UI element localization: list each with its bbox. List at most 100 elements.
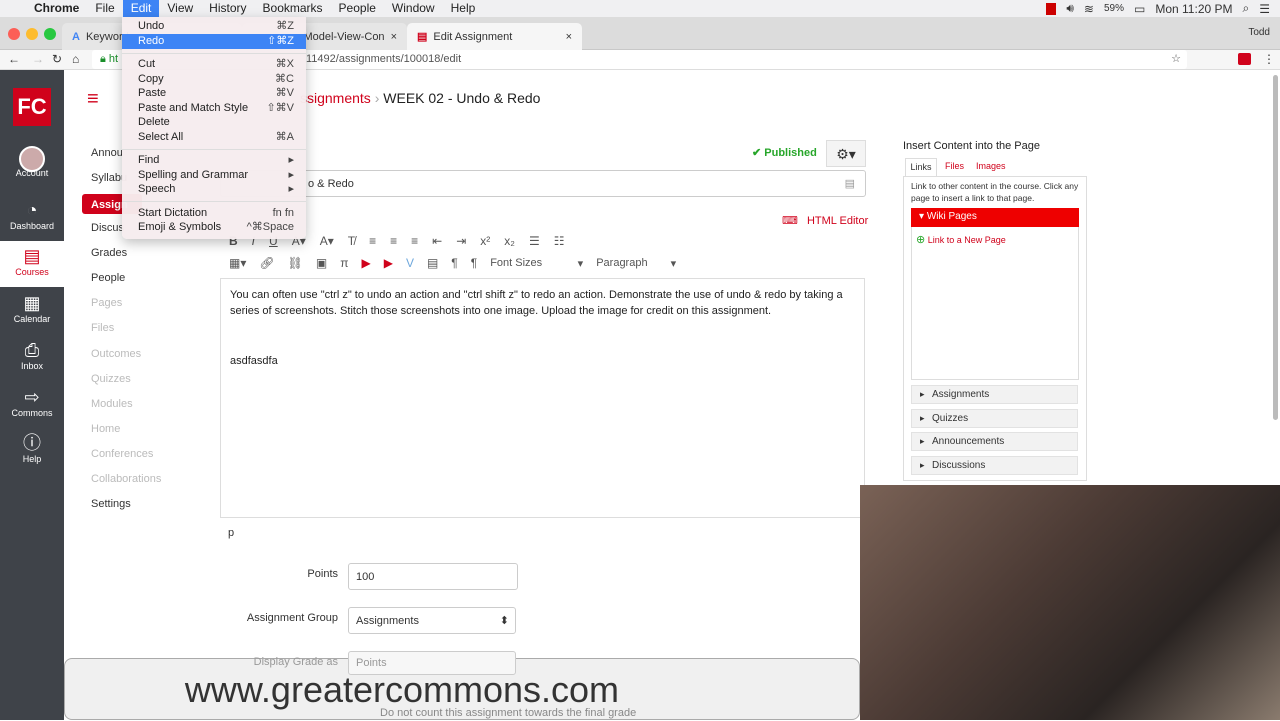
- menu-window[interactable]: Window: [384, 0, 443, 17]
- ltr-icon[interactable]: ¶: [451, 256, 457, 270]
- menu-help[interactable]: Help: [443, 0, 484, 17]
- nav-help[interactable]: ⓘ Help: [0, 428, 64, 474]
- align-center-icon[interactable]: ≡: [390, 234, 397, 248]
- course-nav-pages[interactable]: Pages: [91, 297, 122, 309]
- hamburger-icon[interactable]: ≡: [87, 88, 99, 111]
- section-announcements[interactable]: Announcements: [911, 432, 1078, 451]
- settings-gear-button[interactable]: ⚙▾: [826, 140, 866, 167]
- tab-edit-assignment[interactable]: ▤ Edit Assignment ×: [407, 23, 582, 50]
- extension-icon[interactable]: [1238, 53, 1251, 65]
- breadcrumb-assignments[interactable]: ssignments: [300, 90, 371, 106]
- bullet-list-icon[interactable]: ☰: [529, 234, 540, 248]
- tab-files[interactable]: Files: [945, 161, 964, 171]
- menu-item-emoji[interactable]: Emoji & Symbols ^⌘Space: [122, 220, 306, 235]
- forward-icon[interactable]: →: [32, 52, 44, 66]
- search-icon[interactable]: ⌕: [1243, 1, 1250, 16]
- assignment-title-input[interactable]: o & Redo ▤: [220, 170, 866, 197]
- close-icon[interactable]: ×: [391, 31, 397, 43]
- nav-commons[interactable]: ⇨ Commons: [0, 382, 64, 428]
- font-sizes-select[interactable]: Font Sizes ▾: [490, 257, 583, 270]
- clear-format-icon[interactable]: T̸: [348, 234, 355, 248]
- course-nav-modules[interactable]: Modules: [91, 398, 133, 410]
- menu-item-start-dictation[interactable]: Start Dictation fn fn: [122, 206, 306, 221]
- tab-links[interactable]: Links: [905, 158, 937, 176]
- menu-item-speech[interactable]: Speech ▸: [122, 182, 306, 197]
- link-new-page[interactable]: ⊕ Link to a New Page: [916, 233, 1006, 246]
- menu-file[interactable]: File: [87, 0, 122, 17]
- list-icon[interactable]: ☰: [1259, 2, 1270, 16]
- outdent-icon[interactable]: ⇤: [432, 234, 442, 248]
- exclude-checkbox-label[interactable]: Do not count this assignment towards the…: [380, 707, 636, 719]
- menu-item-paste[interactable]: Paste ⌘V: [122, 86, 306, 101]
- menu-item-cut[interactable]: Cut ⌘X: [122, 57, 306, 72]
- volume-icon[interactable]: 🔊︎: [1066, 1, 1074, 16]
- menu-history[interactable]: History: [201, 0, 254, 17]
- course-nav-home[interactable]: Home: [91, 423, 120, 435]
- media-icon[interactable]: ▤: [427, 256, 438, 270]
- menu-item-undo[interactable]: Undo ⌘Z: [122, 19, 306, 34]
- section-assignments[interactable]: Assignments: [911, 385, 1078, 404]
- points-input[interactable]: 100: [348, 563, 518, 590]
- vimeo-icon[interactable]: V: [406, 256, 414, 270]
- section-discussions[interactable]: Discussions: [911, 456, 1078, 475]
- course-nav-outcomes[interactable]: Outcomes: [91, 348, 141, 360]
- published-status[interactable]: ✔ Published: [752, 146, 817, 159]
- tab-images[interactable]: Images: [976, 161, 1006, 171]
- display-grade-select[interactable]: Points: [348, 651, 516, 675]
- html-editor-link[interactable]: ⌨ HTML Editor: [782, 214, 868, 227]
- menu-item-redo[interactable]: Redo ⇧⌘Z: [122, 34, 306, 49]
- unlink-icon[interactable]: ⛓: [288, 256, 303, 270]
- course-nav-collaborations[interactable]: Collaborations: [91, 473, 161, 485]
- menu-chrome[interactable]: Chrome: [26, 0, 87, 17]
- align-left-icon[interactable]: ≡: [369, 234, 376, 248]
- youtube-icon[interactable]: ▶: [361, 256, 370, 270]
- menu-edit[interactable]: Edit: [122, 0, 160, 17]
- background-color-icon[interactable]: A▾: [320, 234, 334, 248]
- table-icon[interactable]: ▦▾: [229, 256, 246, 270]
- minimize-window-button[interactable]: [26, 28, 38, 40]
- page-scrollbar[interactable]: [1273, 75, 1278, 420]
- menu-item-copy[interactable]: Copy ⌘C: [122, 72, 306, 87]
- nav-courses[interactable]: ▤ Courses: [0, 241, 64, 287]
- course-nav-conferences[interactable]: Conferences: [91, 448, 153, 460]
- menu-item-spelling[interactable]: Spelling and Grammar ▸: [122, 168, 306, 183]
- course-nav-quizzes[interactable]: Quizzes: [91, 373, 131, 385]
- indent-icon[interactable]: ⇥: [456, 234, 466, 248]
- menu-bookmarks[interactable]: Bookmarks: [255, 0, 331, 17]
- course-nav-discussions[interactable]: Discus: [91, 222, 124, 234]
- menu-item-paste-match-style[interactable]: Paste and Match Style ⇧⌘V: [122, 101, 306, 116]
- rich-text-editor[interactable]: You can often use "ctrl z" to undo an ac…: [220, 278, 865, 518]
- numbered-list-icon[interactable]: ☷: [554, 234, 565, 248]
- nav-inbox[interactable]: ⎙ Inbox: [0, 335, 64, 381]
- nav-calendar[interactable]: ▦ Calendar: [0, 288, 64, 334]
- clock[interactable]: Mon 11:20 PM: [1155, 2, 1232, 16]
- home-icon[interactable]: ⌂: [72, 52, 79, 66]
- rtl-icon[interactable]: ¶: [471, 256, 477, 270]
- subscript-icon[interactable]: x₂: [504, 234, 515, 248]
- align-right-icon[interactable]: ≡: [411, 234, 418, 248]
- institution-logo[interactable]: FC: [13, 88, 51, 126]
- menu-item-select-all[interactable]: Select All ⌘A: [122, 130, 306, 145]
- paragraph-select[interactable]: Paragraph ▾: [596, 257, 676, 270]
- wifi-icon[interactable]: ≋: [1084, 2, 1094, 16]
- section-quizzes[interactable]: Quizzes: [911, 409, 1078, 428]
- chrome-menu-icon[interactable]: ⋮: [1263, 52, 1275, 66]
- link-icon[interactable]: 🔗︎: [259, 256, 274, 270]
- course-nav-grades[interactable]: Grades: [91, 247, 127, 259]
- reload-icon[interactable]: ↻: [52, 52, 62, 66]
- course-nav-people[interactable]: People: [91, 272, 125, 284]
- superscript-icon[interactable]: x²: [480, 234, 490, 248]
- close-window-button[interactable]: [8, 28, 20, 40]
- maximize-window-button[interactable]: [44, 28, 56, 40]
- menu-people[interactable]: People: [331, 0, 384, 17]
- menu-item-delete[interactable]: Delete: [122, 115, 306, 130]
- nav-dashboard[interactable]: ◔ Dashboard: [0, 195, 64, 241]
- nav-account[interactable]: Account: [0, 142, 64, 188]
- recording-icon[interactable]: [1046, 2, 1057, 15]
- image-icon[interactable]: ▣: [316, 256, 327, 270]
- course-nav-settings[interactable]: Settings: [91, 498, 131, 510]
- back-icon[interactable]: ←: [8, 52, 20, 66]
- close-icon[interactable]: ×: [566, 31, 572, 43]
- bookmark-star-icon[interactable]: ☆: [1171, 50, 1181, 69]
- course-nav-files[interactable]: Files: [91, 322, 114, 334]
